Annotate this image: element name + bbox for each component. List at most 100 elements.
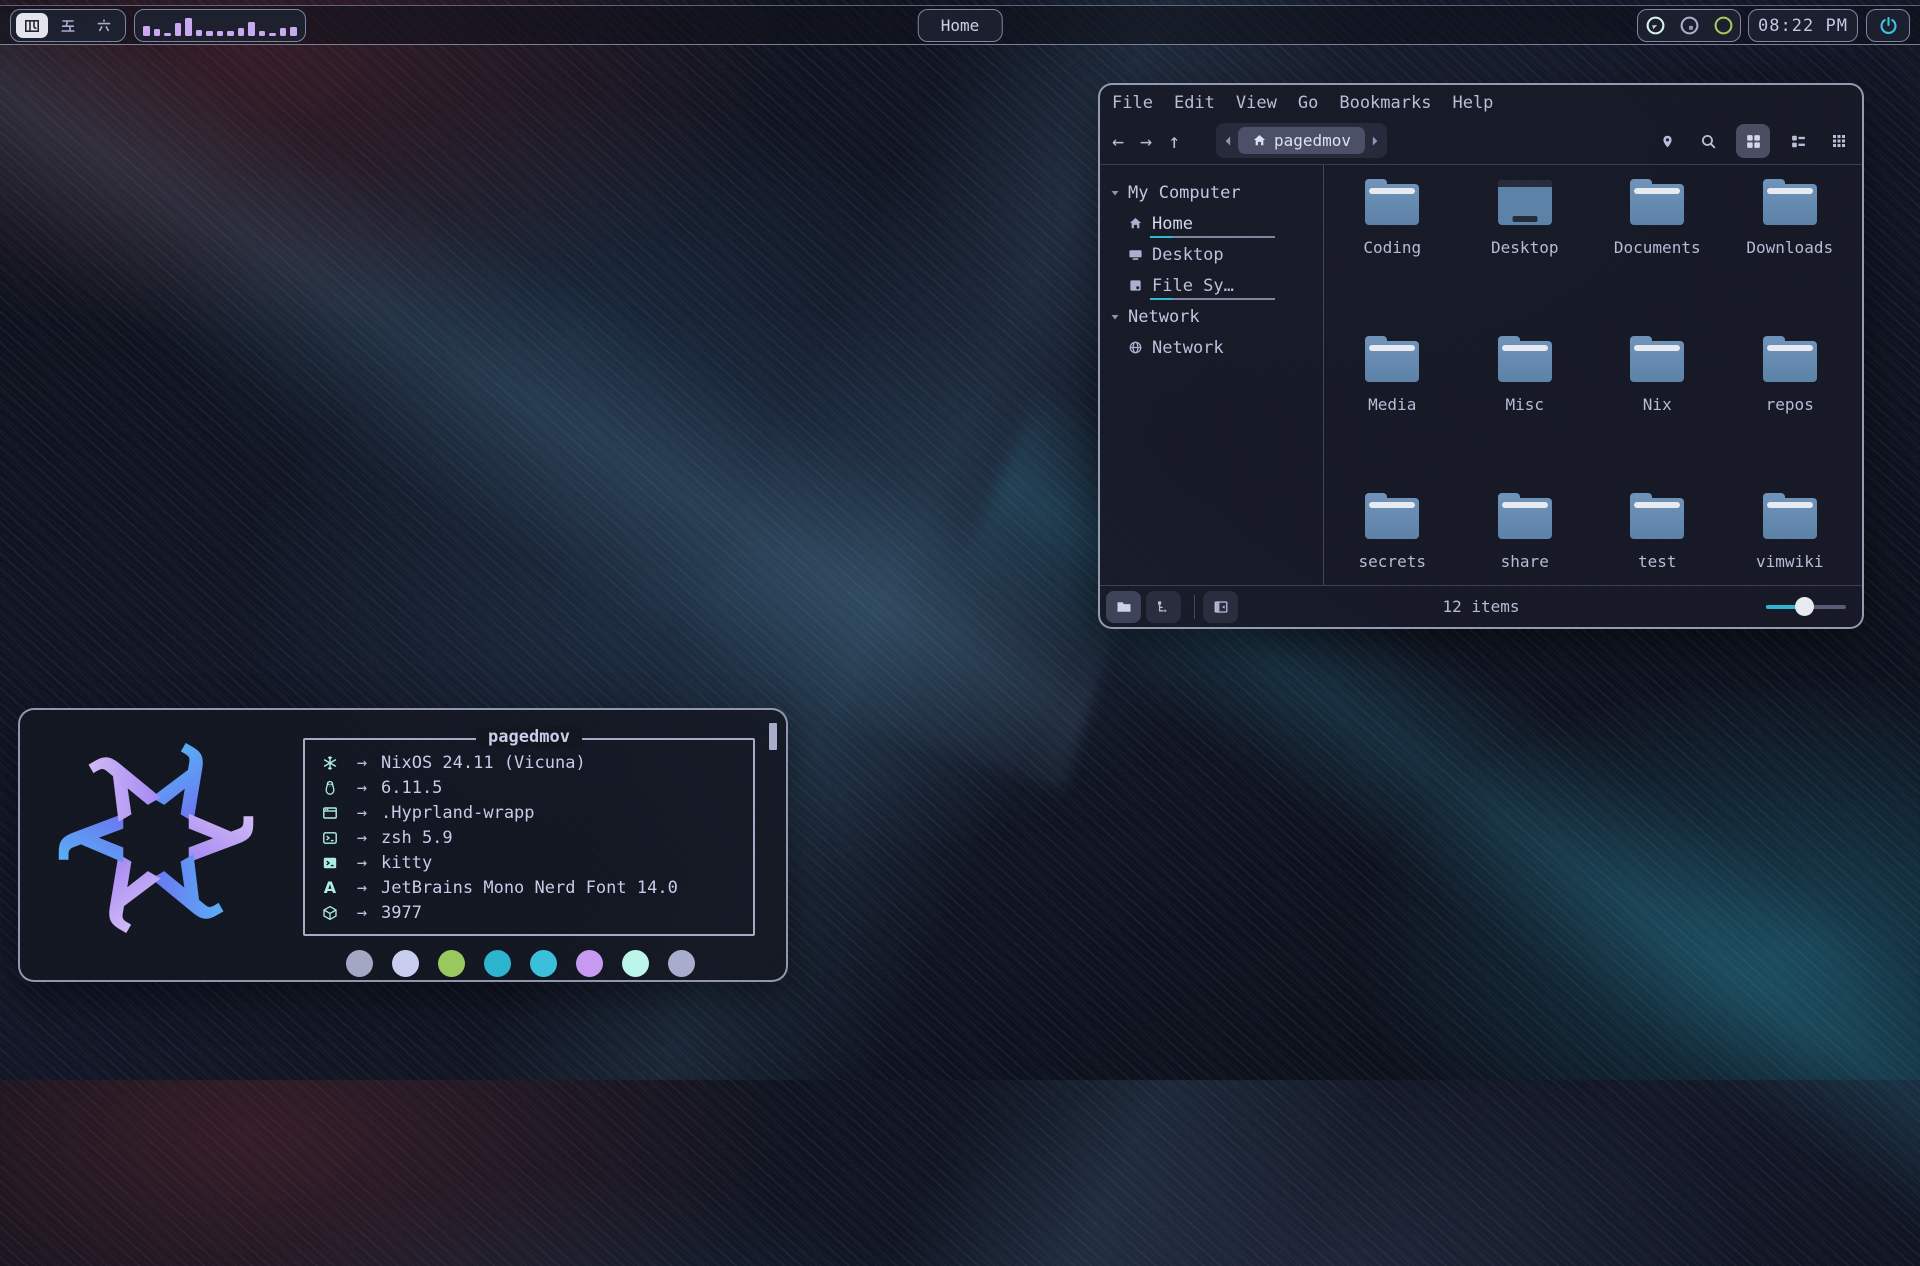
menu-help[interactable]: Help xyxy=(1452,93,1493,113)
visualizer-bar xyxy=(154,29,161,36)
clock-label: 08:22 PM xyxy=(1758,16,1848,36)
fetch-row-os: → NixOS 24.11 (Vicuna) xyxy=(317,750,753,775)
active-window-title-label: Home xyxy=(941,16,980,35)
arrow-icon: → xyxy=(343,778,381,798)
folder-label: repos xyxy=(1766,395,1814,414)
folder-icon xyxy=(1497,336,1553,382)
sidebar-item-filesystem[interactable]: File Sy… xyxy=(1110,270,1323,301)
ring-indicator-icon[interactable] xyxy=(1713,15,1734,36)
sidebar-section-my-computer[interactable]: My Computer xyxy=(1110,177,1323,208)
folder-item[interactable]: Misc xyxy=(1459,336,1592,481)
location-pin-icon[interactable] xyxy=(1654,124,1680,158)
sidebar-item-label: Network xyxy=(1152,338,1224,358)
folder-item[interactable]: Downloads xyxy=(1724,179,1857,324)
fetch-row-font: A → JetBrains Mono Nerd Font 14.0 xyxy=(317,875,753,900)
breadcrumb-home-segment[interactable]: pagedmov xyxy=(1238,127,1365,154)
folder-item[interactable]: Documents xyxy=(1591,179,1724,324)
forward-button[interactable]: → xyxy=(1140,129,1152,153)
palette-dot xyxy=(530,950,557,977)
file-manager-window: File Edit View Go Bookmarks Help ← → ↑ p… xyxy=(1098,83,1864,629)
breadcrumb-label: pagedmov xyxy=(1274,131,1351,150)
folder-icon xyxy=(1364,493,1420,539)
mic-indicator-icon[interactable] xyxy=(1679,15,1700,36)
statusbar-separator xyxy=(1194,595,1195,619)
workspace-4[interactable] xyxy=(16,13,48,38)
terminal-cursor xyxy=(769,723,777,750)
up-button[interactable]: ↑ xyxy=(1168,129,1180,153)
slider-thumb[interactable] xyxy=(1795,597,1814,616)
visualizer-bar xyxy=(217,31,224,36)
workspace-6[interactable] xyxy=(88,13,120,38)
clock[interactable]: 08:22 PM xyxy=(1748,9,1858,42)
folder-item[interactable]: Media xyxy=(1326,336,1459,481)
palette-dot xyxy=(622,950,649,977)
kanji-five-glyph xyxy=(60,18,76,34)
menu-view[interactable]: View xyxy=(1236,93,1277,113)
desktop-folder-icon xyxy=(1497,179,1553,225)
visualizer-bar xyxy=(238,28,245,36)
workspace-5[interactable] xyxy=(52,13,84,38)
expander-icon[interactable] xyxy=(1110,312,1120,322)
kanji-six-glyph xyxy=(96,18,112,34)
folder-grid: Coding Desktop Documents Downloads Media… xyxy=(1324,165,1862,585)
back-button[interactable]: ← xyxy=(1112,129,1124,153)
visualizer-bar xyxy=(164,33,171,36)
folder-label: test xyxy=(1638,552,1677,571)
power-icon xyxy=(1879,16,1898,35)
folder-label: Coding xyxy=(1363,238,1421,257)
shell-icon xyxy=(317,830,343,846)
toggle-side-pane-button[interactable] xyxy=(1203,591,1238,623)
sidebar-item-home[interactable]: Home xyxy=(1110,208,1323,239)
compact-view-button[interactable] xyxy=(1785,124,1811,158)
folder-label: Misc xyxy=(1505,395,1544,414)
desktop-icon xyxy=(1128,247,1144,262)
menu-edit[interactable]: Edit xyxy=(1174,93,1215,113)
power-button[interactable] xyxy=(1866,9,1910,42)
terminal-color-palette xyxy=(346,950,695,977)
folder-item[interactable]: Nix xyxy=(1591,336,1724,481)
wallpaper-streak xyxy=(0,0,1193,791)
folder-item[interactable]: Coding xyxy=(1326,179,1459,324)
list-view-button[interactable] xyxy=(1826,124,1852,158)
sidebar-section-label: My Computer xyxy=(1128,183,1241,203)
visualizer-bar xyxy=(280,28,287,36)
fetch-row-terminal: → kitty xyxy=(317,850,753,875)
icon-view-button[interactable] xyxy=(1736,124,1770,158)
breadcrumb-scroll-left-icon[interactable] xyxy=(1220,135,1236,147)
menu-bookmarks[interactable]: Bookmarks xyxy=(1339,93,1431,113)
sidebar-section-network[interactable]: Network xyxy=(1110,301,1323,332)
menu-file[interactable]: File xyxy=(1112,93,1153,113)
shell-value: zsh 5.9 xyxy=(381,828,453,848)
volume-indicator-icon[interactable] xyxy=(1645,15,1666,36)
palette-dot xyxy=(438,950,465,977)
sidebar-item-desktop[interactable]: Desktop xyxy=(1110,239,1323,270)
menu-go[interactable]: Go xyxy=(1298,93,1318,113)
tree-view-button[interactable] xyxy=(1146,591,1181,623)
folder-icon xyxy=(1762,336,1818,382)
arrow-icon: → xyxy=(343,878,381,898)
expander-icon[interactable] xyxy=(1110,188,1120,198)
show-folders-button[interactable] xyxy=(1106,591,1141,623)
folder-item[interactable]: Desktop xyxy=(1459,179,1592,324)
kernel-value: 6.11.5 xyxy=(381,778,442,798)
sidebar-item-label: Desktop xyxy=(1152,245,1224,265)
visualizer-bar xyxy=(269,33,276,36)
folder-icon xyxy=(1497,493,1553,539)
packages-cube-icon xyxy=(317,905,343,921)
search-icon[interactable] xyxy=(1695,124,1721,158)
terminal-window[interactable]: λ λ λ λ λ λ pagedmov → NixOS 24.11 (Vicu… xyxy=(18,708,788,982)
sidebar-item-network[interactable]: Network xyxy=(1110,332,1323,363)
folder-label: Media xyxy=(1368,395,1416,414)
menu-bar: File Edit View Go Bookmarks Help xyxy=(1100,85,1862,117)
home-icon xyxy=(1252,133,1267,148)
breadcrumb-scroll-right-icon[interactable] xyxy=(1367,135,1383,147)
network-globe-icon xyxy=(1128,340,1144,355)
folder-item[interactable]: repos xyxy=(1724,336,1857,481)
audio-visualizer xyxy=(134,9,306,42)
active-window-title[interactable]: Home xyxy=(918,9,1003,42)
folder-icon xyxy=(1762,493,1818,539)
nixos-logo: λ λ λ λ λ λ xyxy=(50,732,262,944)
fetch-row-kernel: → 6.11.5 xyxy=(317,775,753,800)
zoom-slider[interactable] xyxy=(1766,597,1846,617)
folder-icon xyxy=(1364,179,1420,225)
